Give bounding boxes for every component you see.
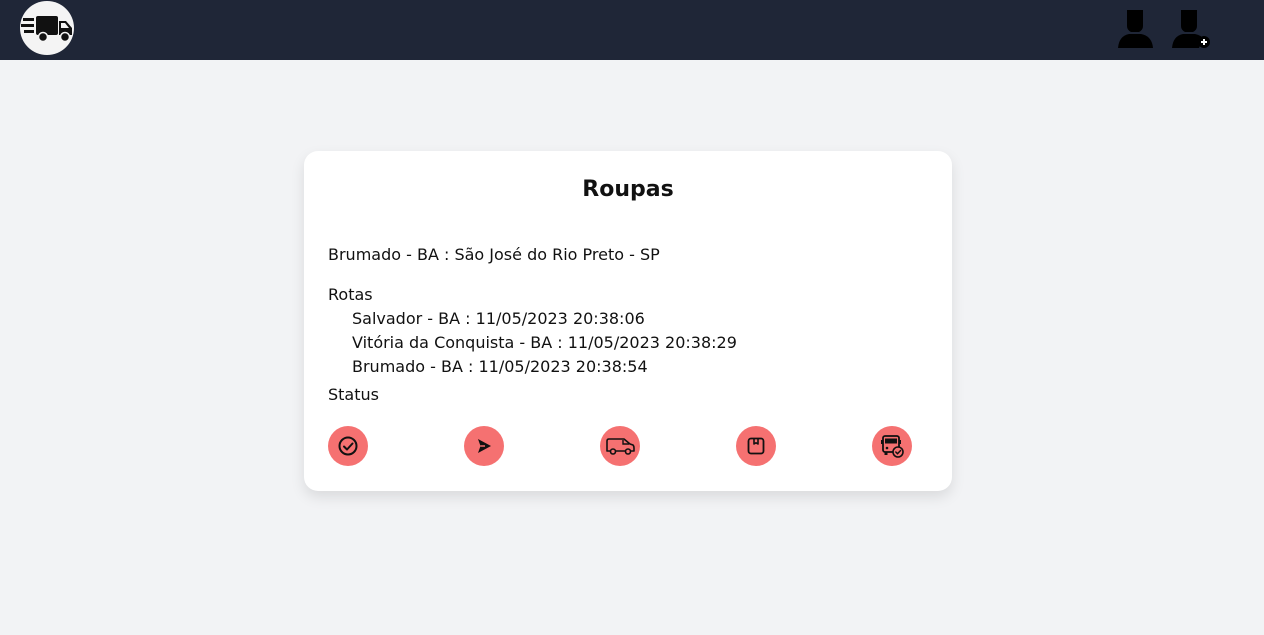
rota-item: Brumado - BA : 11/05/2023 20:38:54 bbox=[352, 357, 648, 376]
user-profile-button[interactable] bbox=[1115, 6, 1157, 50]
logo-button[interactable] bbox=[20, 1, 74, 55]
status-confirmed-button[interactable] bbox=[328, 426, 368, 466]
user-add-icon bbox=[1172, 10, 1210, 48]
truck-delivered-icon bbox=[881, 435, 904, 458]
rotas-label: Rotas bbox=[328, 285, 373, 304]
user-icon bbox=[1118, 10, 1153, 48]
status-sent-button[interactable] bbox=[464, 426, 504, 466]
van-icon bbox=[606, 438, 635, 455]
status-package-button[interactable] bbox=[736, 426, 776, 466]
rota-item: Salvador - BA : 11/05/2023 20:38:06 bbox=[352, 309, 645, 328]
package-icon bbox=[747, 437, 765, 455]
rota-item: Vitória da Conquista - BA : 11/05/2023 2… bbox=[352, 333, 737, 352]
rotas-list: Salvador - BA : 11/05/2023 20:38:06 Vitó… bbox=[352, 309, 737, 381]
add-user-button[interactable] bbox=[1171, 6, 1213, 50]
status-label: Status bbox=[328, 385, 379, 404]
status-delivered-button[interactable] bbox=[872, 426, 912, 466]
status-in-transit-button[interactable] bbox=[600, 426, 640, 466]
send-icon bbox=[478, 439, 491, 453]
check-circle-icon bbox=[338, 436, 358, 456]
top-navbar bbox=[0, 0, 1264, 60]
delivery-truck-icon bbox=[21, 16, 72, 43]
order-card: Roupas Brumado - BA : São José do Rio Pr… bbox=[304, 151, 952, 491]
route-origin-destination: Brumado - BA : São José do Rio Preto - S… bbox=[328, 245, 660, 264]
order-title: Roupas bbox=[582, 177, 674, 202]
